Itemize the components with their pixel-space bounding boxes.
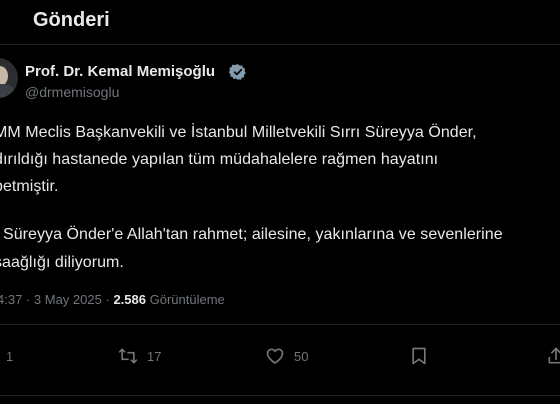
tweet-date[interactable]: 3 May 2025: [34, 292, 102, 307]
tweet-time[interactable]: 4:37: [0, 292, 22, 307]
like-button[interactable]: 50: [264, 345, 308, 367]
divider: [0, 324, 560, 325]
retweet-button[interactable]: 17: [117, 345, 161, 367]
avatar[interactable]: [0, 58, 18, 98]
avatar-face: [0, 66, 8, 86]
tweet-meta: 4:37 · 3 May 2025 · 2.586 Görüntüleme: [0, 292, 225, 307]
retweet-icon: [118, 348, 138, 364]
share-icon: [548, 347, 560, 364]
top-bar: Gönderi: [0, 0, 560, 42]
views-count: 2.586: [113, 292, 146, 307]
verified-badge-icon[interactable]: [229, 63, 247, 81]
meta-separator: ·: [105, 292, 110, 307]
tweet-text-line: ı Süreyya Önder'e Allah'tan rahmet; aile…: [0, 226, 503, 243]
avatar-body: [0, 84, 16, 98]
author-handle[interactable]: @drmemisoglu: [25, 84, 119, 100]
reply-count: 1: [6, 348, 14, 364]
page-title: Gönderi: [33, 9, 110, 31]
like-count: 50: [294, 348, 309, 364]
views-label: Görüntüleme: [149, 292, 225, 307]
retweet-count: 17: [147, 348, 162, 364]
tweet-text-line: betmiştir.: [0, 178, 59, 195]
tweet-text-line: MM Meclis Başkanvekili ve İstanbul Mille…: [0, 124, 477, 141]
author-name[interactable]: Prof. Dr. Kemal Memişoğlu: [25, 63, 215, 80]
tweet-text-line: dırıldığı hastanede yapılan tüm müdahale…: [0, 151, 439, 168]
bookmark-icon: [412, 347, 426, 365]
meta-separator: ·: [25, 292, 31, 307]
bookmark-button[interactable]: [409, 345, 429, 367]
reply-button[interactable]: 1: [6, 345, 13, 367]
tweet-text-line: saağlığı diliyorum.: [0, 254, 124, 271]
heart-icon: [266, 348, 284, 364]
divider: [0, 44, 560, 45]
share-button[interactable]: [546, 345, 560, 367]
divider: [0, 395, 560, 396]
